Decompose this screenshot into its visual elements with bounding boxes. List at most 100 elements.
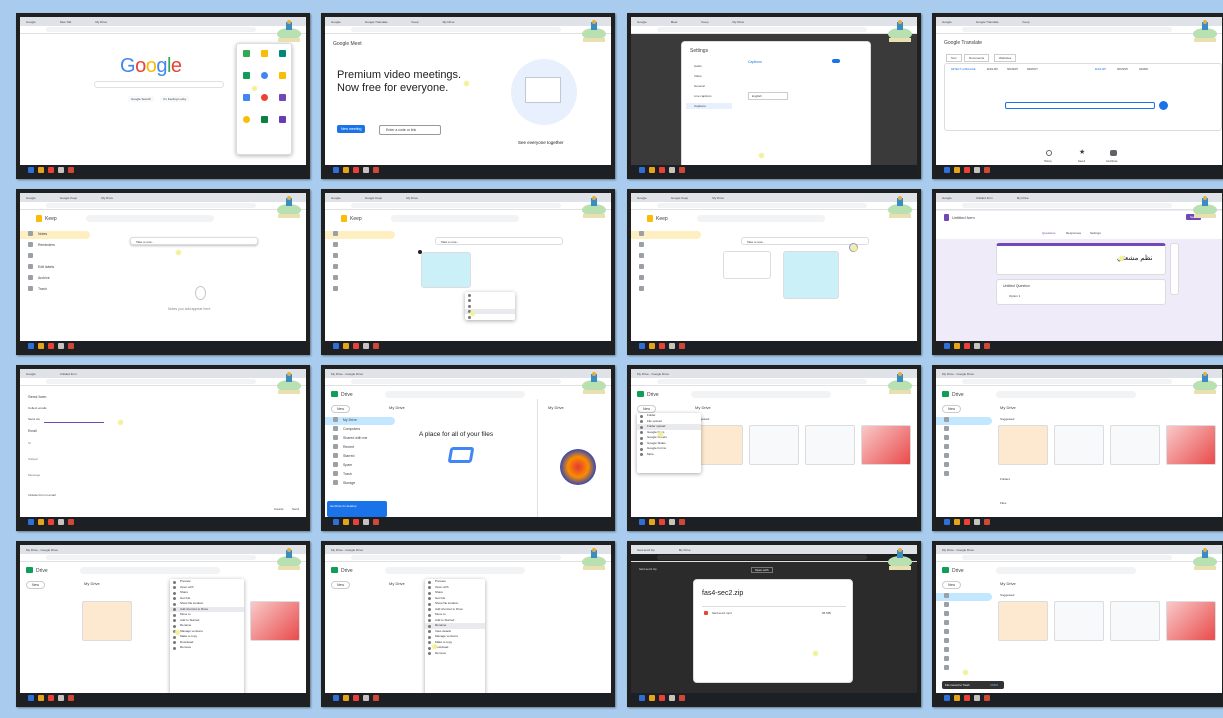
breadcrumb-my-drive[interactable]: My Drive [84,581,100,586]
new-meeting-button[interactable]: New meeting [337,125,366,133]
classroom-icon[interactable] [243,50,250,57]
browser-tabs[interactable]: Google Google Translate Keep My Drive [325,17,611,26]
panel-google-translate[interactable]: Google Google Translate Keep Google Transl… [932,13,1223,179]
google-search-button[interactable]: Google Search [128,96,155,102]
nav-computers[interactable] [944,620,954,628]
browser-tabs[interactable]: Google Meet Keep My Drive [631,17,917,26]
collect-emails-checkbox[interactable]: Collect emails [28,406,47,410]
drive-search[interactable] [385,391,525,398]
address-bar[interactable] [936,378,1222,386]
nav-trash[interactable] [944,471,954,479]
lang-es[interactable]: SPANISH [1007,68,1018,71]
file-context-menu[interactable]: Preview Open with Share Get link Show fi… [170,579,244,697]
address-bar[interactable] [325,378,611,386]
nav-notes[interactable] [325,231,395,239]
file-thumb-1[interactable] [998,425,1048,465]
nav-edit-labels[interactable] [333,264,343,272]
settings-captions[interactable]: Captions [686,103,732,109]
take-note-input[interactable]: Take a note... [435,237,563,245]
panel-drive-folder-menu[interactable]: My Drive - Google Drive Drive New My Dri… [321,541,615,707]
lang-fr[interactable]: FRENCH [1027,68,1037,71]
settings-audio[interactable]: Audio [694,64,702,68]
zip-row-name[interactable]: fas4-sec2.mp4 [712,611,732,615]
address-bar[interactable] [936,554,1222,562]
nav-archive[interactable]: Archive [28,275,50,283]
nav-recent[interactable] [944,638,954,646]
form-title[interactable]: Untitled form [952,215,975,220]
browser-tabs[interactable]: My Drive - Google Drive [325,369,611,378]
settings-dialog[interactable]: Settings Audio Video General Live captio… [681,41,871,171]
file-thumb-2[interactable] [749,425,799,465]
file-thumb-4[interactable] [1166,425,1216,465]
nav-shared[interactable]: Shared with me [333,435,367,443]
form-title-card[interactable]: نظم مشعتي [996,243,1166,275]
photos-icon[interactable] [261,72,268,79]
browser-tabs[interactable]: My Drive - Google Drive [936,369,1222,378]
nav-starred[interactable]: Starred [333,453,354,461]
keep-search[interactable] [697,215,825,222]
nav-edit-labels[interactable] [639,264,649,272]
nav-computers[interactable] [944,426,954,434]
translate-box[interactable]: DETECT LANGUAGE ENGLISH SPANISH FRENCH E… [944,63,1222,131]
option-1[interactable]: Option 1 [1009,294,1020,298]
send-via-email-tab[interactable] [44,422,104,423]
menu-remove[interactable]: Remove [425,651,485,657]
caption-language-select[interactable]: English [748,92,788,100]
panel-meet-settings[interactable]: Google Meet Keep My Drive Settings Audio Vi… [627,13,921,179]
address-bar[interactable] [20,378,306,386]
nav-spam[interactable]: Spam [333,462,352,470]
panel-keep-note-menu[interactable]: Google Google Keep My Drive Keep Take a no… [321,189,615,355]
address-bar[interactable] [325,554,611,562]
nav-edit-labels[interactable]: Edit labels [28,264,54,272]
drive-search[interactable] [80,567,220,574]
address-bar[interactable] [20,554,306,562]
nav-my-drive[interactable] [936,417,992,425]
settings-general[interactable]: General [694,84,705,88]
nav-archive[interactable] [333,275,343,283]
address-bar[interactable] [936,26,1222,34]
forms2-icon[interactable] [279,116,286,123]
browser-tabs[interactable]: Google New Tab My Drive [20,17,306,26]
address-bar[interactable] [20,26,306,34]
address-bar[interactable] [631,202,917,210]
menu-remove[interactable]: Remove [170,645,244,651]
nav-starred[interactable] [944,453,954,461]
translate-tab-documents[interactable]: Documents [964,54,990,62]
nav-shared[interactable] [944,629,954,637]
drive-search[interactable] [996,391,1136,398]
new-button[interactable]: New [331,581,351,589]
nav-spam[interactable] [944,462,954,470]
panel-zip-preview[interactable]: fas4-sec2.zip My Drive fas4-sec2.zip Open… [627,541,921,707]
translate-tab-websites[interactable]: Websites [994,54,1017,62]
question-card[interactable]: Untitled Question Option 1 [996,279,1166,305]
translate-input[interactable] [1005,102,1155,109]
address-bar[interactable] [631,554,917,562]
maps-icon[interactable] [261,94,268,101]
keep-bulb-icon[interactable] [243,116,250,123]
panel-drive-context-menu[interactable]: My Drive - Google Drive Drive New My Dri… [16,541,310,707]
drive-icon[interactable] [261,50,268,57]
address-bar[interactable] [631,26,917,34]
new-item-menu[interactable]: Folder File upload Folder upload Google … [637,413,701,473]
meeting-code-input[interactable]: Enter a code or link [379,125,441,135]
new-button[interactable]: New [637,405,657,413]
open-with-button[interactable]: Open with [751,567,773,573]
star-icon[interactable]: ★ [1079,148,1085,156]
address-bar[interactable] [631,378,917,386]
nav-computers[interactable]: Computers [333,426,360,434]
get-drive-desktop-banner[interactable]: Get Drive for desktop [327,501,387,517]
breadcrumb-my-drive[interactable]: My Drive [389,405,405,410]
note-card[interactable] [421,252,471,288]
tab-questions[interactable]: Questions [1042,231,1056,235]
captions-toggle[interactable] [832,59,840,63]
folder-context-menu[interactable]: Preview Open with Share Get link Show fi… [425,579,485,697]
file-thumb-4[interactable] [861,425,911,465]
history-icon[interactable] [1046,150,1052,156]
file-thumb-4[interactable] [1166,601,1216,641]
file-thumb-1[interactable] [82,601,132,641]
address-bar[interactable] [936,202,1222,210]
browser-tabs[interactable]: Google Google Keep My Drive [325,193,611,202]
tab-google[interactable]: Google [26,20,36,24]
keep-search[interactable] [86,215,214,222]
tab-settings[interactable]: Settings [1090,231,1101,235]
